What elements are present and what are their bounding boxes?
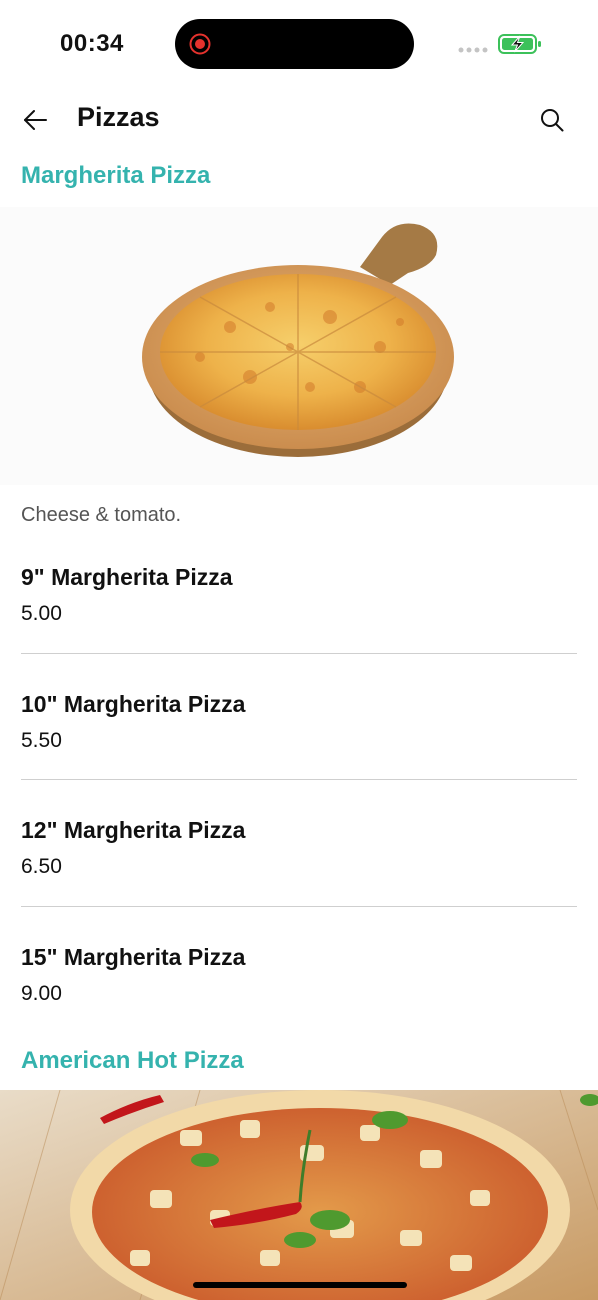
item-name: 9" Margherita Pizza [21,564,233,590]
section-title-american-hot: American Hot Pizza [21,1047,244,1074]
status-time: 00:34 [60,30,124,57]
menu-item[interactable]: 10" Margherita Pizza 5.50 [21,691,577,817]
item-price: 5.00 [21,602,62,625]
american-hot-pizza-photo [0,1090,598,1300]
item-price: 5.50 [21,729,62,752]
item-name: 12" Margherita Pizza [21,817,246,843]
item-price: 9.00 [21,982,62,1005]
dynamic-island [175,19,414,69]
screen-record-icon [189,33,211,55]
page-title: Pizzas [77,102,160,132]
item-price: 6.50 [21,855,62,878]
item-divider [21,906,577,907]
menu-item[interactable]: 9" Margherita Pizza 5.00 [21,564,577,690]
menu-item[interactable]: 12" Margherita Pizza 6.50 [21,817,577,943]
status-bar: 00:34 [0,0,598,90]
back-button[interactable] [16,101,54,139]
arrow-left-icon [24,110,47,130]
battery-charging-icon [498,34,541,54]
item-divider [21,653,577,654]
section-title-margherita: Margherita Pizza [21,162,211,189]
home-indicator[interactable] [193,1282,407,1288]
item-divider [21,779,577,780]
cellular-signal-icon [458,47,488,53]
app-bar: Pizzas [0,90,598,150]
item-name: 15" Margherita Pizza [21,944,246,970]
section-description: Cheese & tomato. [21,504,182,526]
item-name: 10" Margherita Pizza [21,691,246,717]
menu-content[interactable]: Margherita Pizza Cheese & tomato. 9" Mar… [0,150,598,1300]
search-icon [541,109,564,132]
margherita-pizza-photo [0,207,598,485]
search-button[interactable] [533,101,571,139]
